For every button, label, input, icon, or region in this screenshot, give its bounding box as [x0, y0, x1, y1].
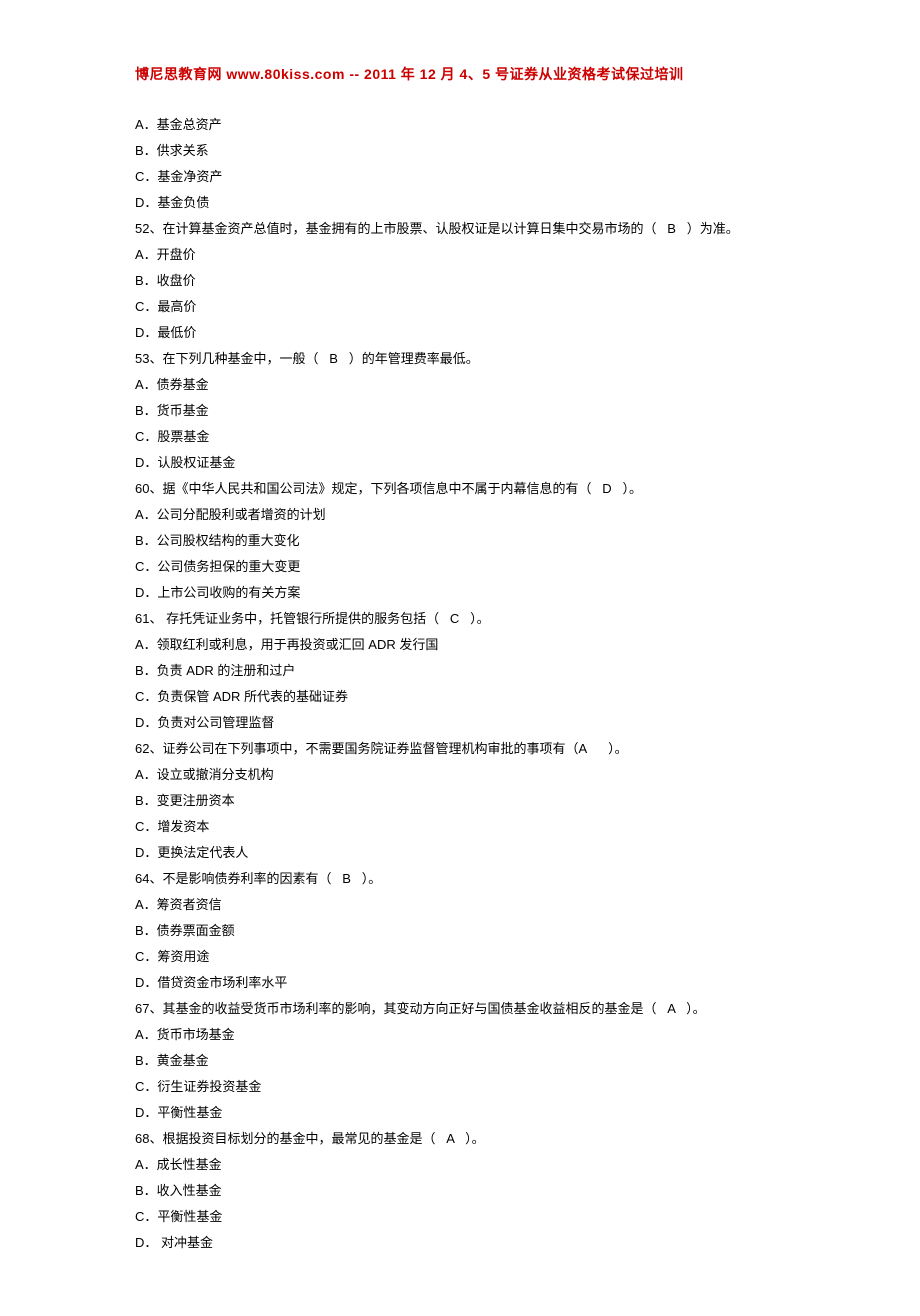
page-header: 博尼思教育网 www.80kiss.com -- 2011 年 12 月 4、5… — [135, 60, 800, 88]
text-line: C．衍生证券投资基金 — [135, 1074, 800, 1100]
text-line: B．供求关系 — [135, 138, 800, 164]
text-line: A．开盘价 — [135, 242, 800, 268]
text-line: C．公司债务担保的重大变更 — [135, 554, 800, 580]
text-line: B．负责 ADR 的注册和过户 — [135, 658, 800, 684]
text-line: D．借贷资金市场利率水平 — [135, 970, 800, 996]
text-line: 67、其基金的收益受货币市场利率的影响，其变动方向正好与国债基金收益相反的基金是… — [135, 996, 800, 1022]
text-line: D．更换法定代表人 — [135, 840, 800, 866]
text-line: C．增发资本 — [135, 814, 800, 840]
text-line: D．认股权证基金 — [135, 450, 800, 476]
text-line: B．黄金基金 — [135, 1048, 800, 1074]
text-line: C．基金净资产 — [135, 164, 800, 190]
text-line: 62、证券公司在下列事项中，不需要国务院证券监督管理机构审批的事项有（A ）。 — [135, 736, 800, 762]
text-line: 53、在下列几种基金中，一般（ B ）的年管理费率最低。 — [135, 346, 800, 372]
text-line: C．负责保管 ADR 所代表的基础证券 — [135, 684, 800, 710]
text-line: 64、不是影响债券利率的因素有（ B ）。 — [135, 866, 800, 892]
text-line: A．筹资者资信 — [135, 892, 800, 918]
text-line: A．成长性基金 — [135, 1152, 800, 1178]
text-line: D．上市公司收购的有关方案 — [135, 580, 800, 606]
text-line: A．公司分配股利或者增资的计划 — [135, 502, 800, 528]
text-line: B．变更注册资本 — [135, 788, 800, 814]
text-line: C．最高价 — [135, 294, 800, 320]
text-line: B．收入性基金 — [135, 1178, 800, 1204]
text-line: B．收盘价 — [135, 268, 800, 294]
text-line: A．设立或撤消分支机构 — [135, 762, 800, 788]
text-line: 68、根据投资目标划分的基金中，最常见的基金是（ A ）。 — [135, 1126, 800, 1152]
text-line: B．货币基金 — [135, 398, 800, 424]
text-line: A．基金总资产 — [135, 112, 800, 138]
text-line: 60、据《中华人民共和国公司法》规定，下列各项信息中不属于内幕信息的有（ D ）… — [135, 476, 800, 502]
text-line: D． 对冲基金 — [135, 1230, 800, 1256]
text-line: D．负责对公司管理监督 — [135, 710, 800, 736]
text-line: C．筹资用途 — [135, 944, 800, 970]
text-line: 61、 存托凭证业务中，托管银行所提供的服务包括（ C ）。 — [135, 606, 800, 632]
text-line: A．债券基金 — [135, 372, 800, 398]
text-line: D．平衡性基金 — [135, 1100, 800, 1126]
text-line: C．股票基金 — [135, 424, 800, 450]
text-line: A．领取红利或利息，用于再投资或汇回 ADR 发行国 — [135, 632, 800, 658]
text-line: D．基金负债 — [135, 190, 800, 216]
text-line: B．债券票面金额 — [135, 918, 800, 944]
document-body: A．基金总资产B．供求关系C．基金净资产D．基金负债52、在计算基金资产总值时，… — [135, 112, 800, 1256]
text-line: D．最低价 — [135, 320, 800, 346]
text-line: C．平衡性基金 — [135, 1204, 800, 1230]
text-line: B．公司股权结构的重大变化 — [135, 528, 800, 554]
text-line: 52、在计算基金资产总值时，基金拥有的上市股票、认股权证是以计算日集中交易市场的… — [135, 216, 800, 242]
text-line: A．货币市场基金 — [135, 1022, 800, 1048]
